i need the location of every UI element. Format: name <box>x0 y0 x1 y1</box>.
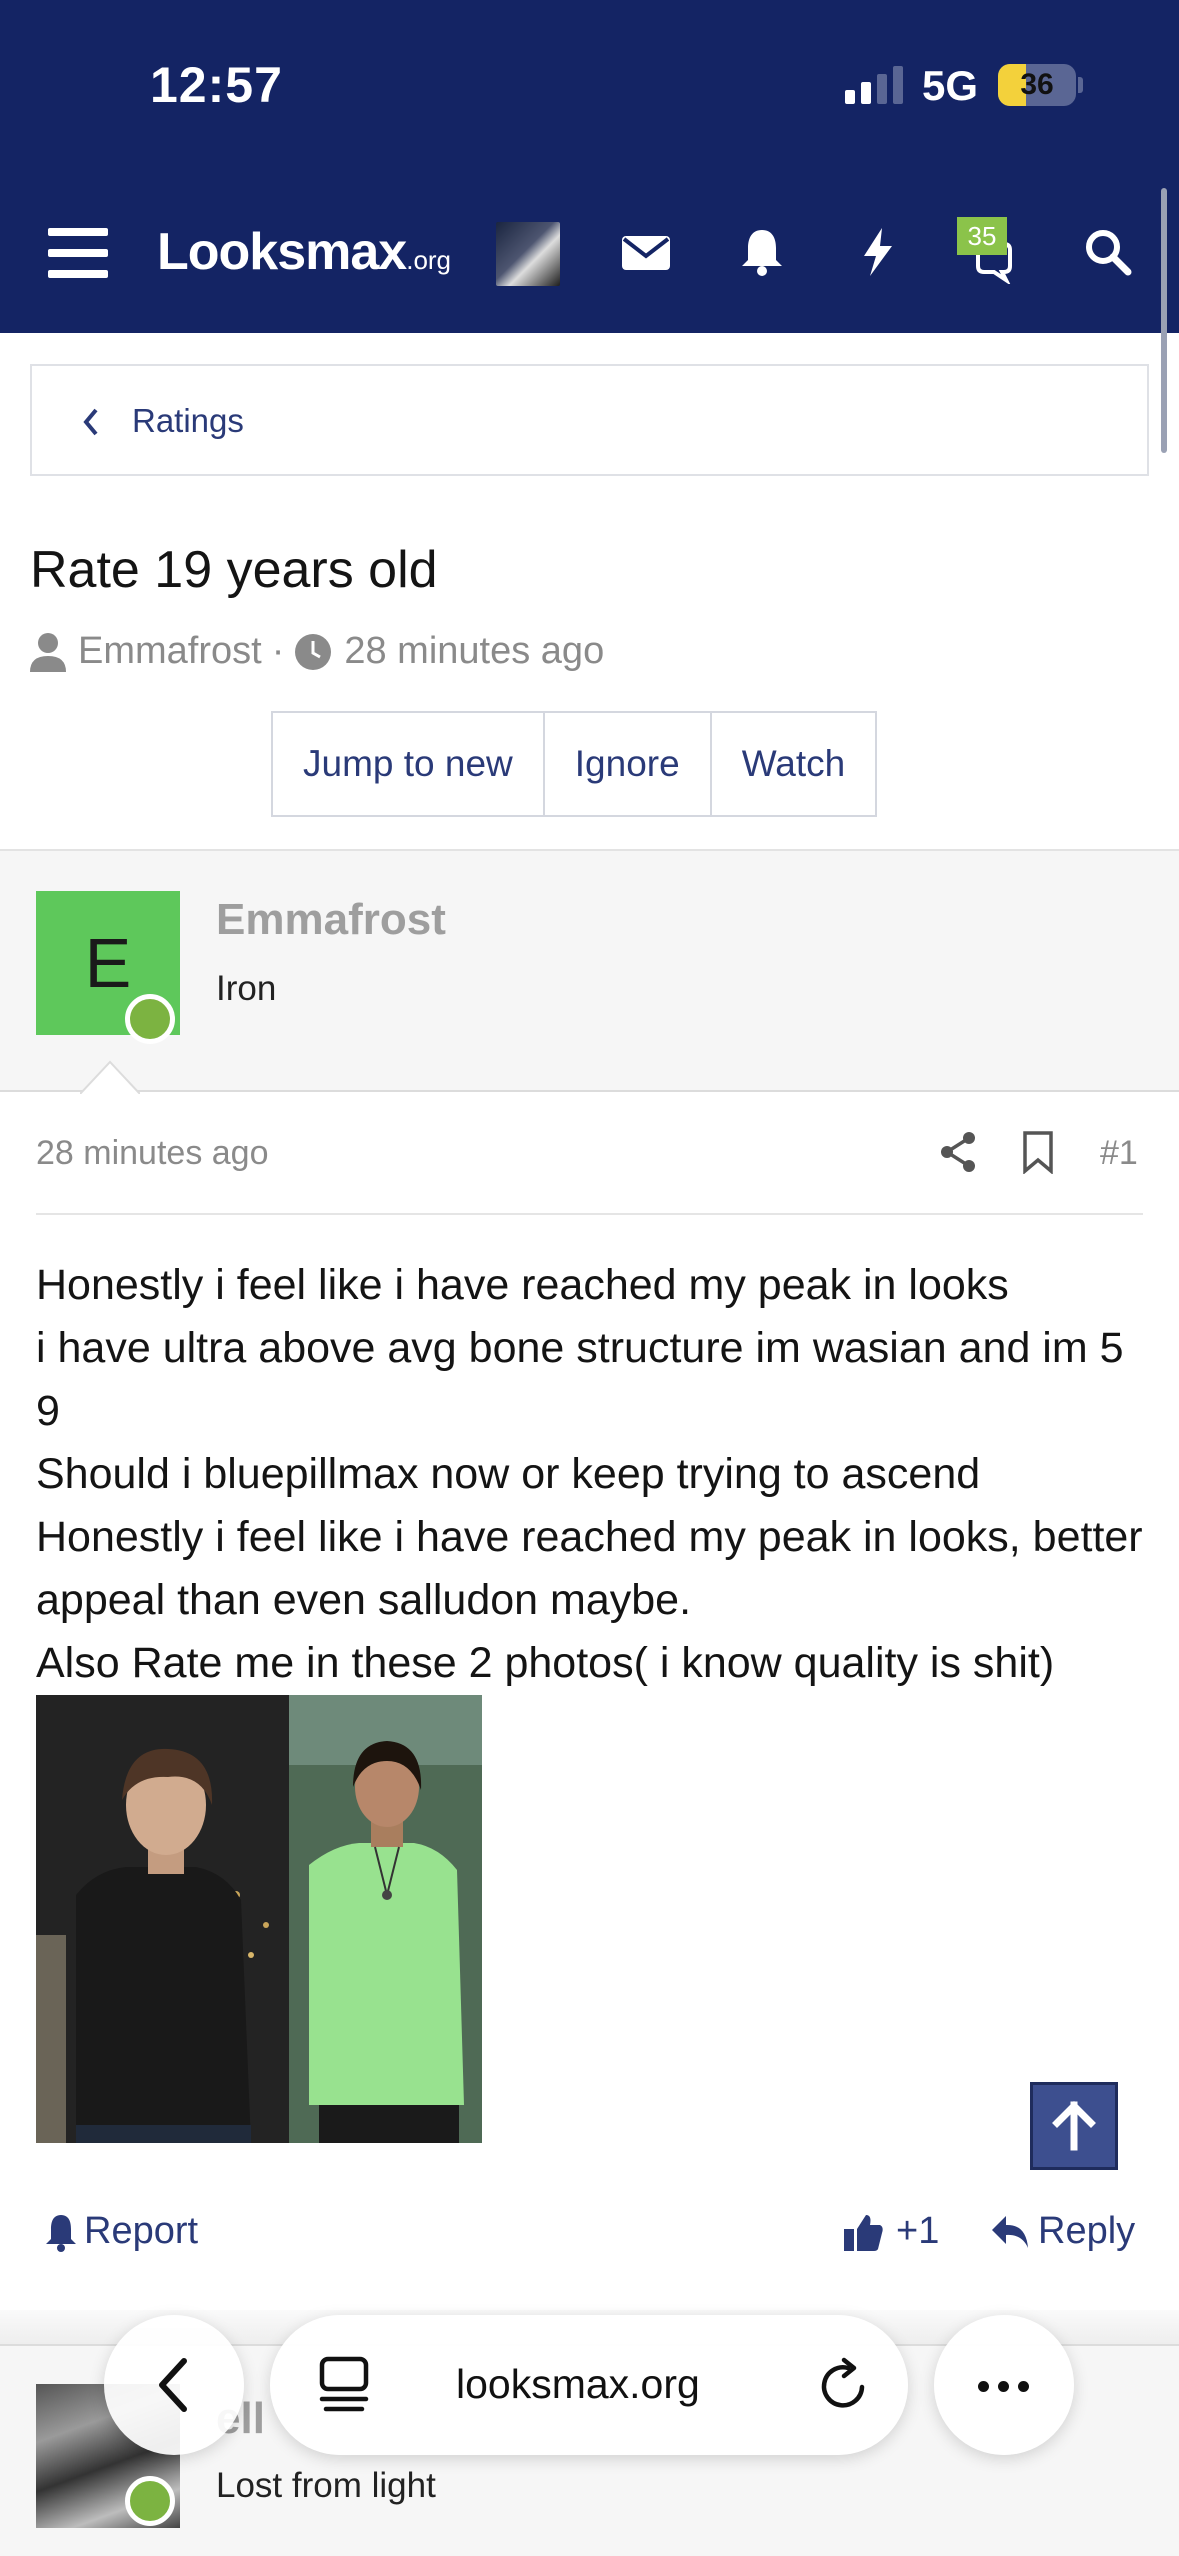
post-line: Honestly i feel like i have reached my p… <box>36 1513 1143 1624</box>
meta-separator: · <box>271 630 285 672</box>
post-user-block: E Emmafrost Iron <box>0 849 1179 1092</box>
report-link[interactable]: Report <box>44 2210 198 2253</box>
post-line: Also Rate me in these 2 photos( i know q… <box>36 1639 1055 1687</box>
like-count: +1 <box>896 2210 940 2252</box>
tabs-icon[interactable] <box>316 2355 372 2415</box>
arrow-up-icon <box>1052 2101 1096 2151</box>
user-icon <box>30 632 66 672</box>
post-divider <box>36 1213 1143 1215</box>
photo-left <box>36 1695 289 2143</box>
account-avatar[interactable] <box>496 222 560 286</box>
thread-button-group: Jump to new Ignore Watch <box>271 711 878 817</box>
search-icon[interactable] <box>1082 226 1134 278</box>
ignore-button[interactable]: Ignore <box>545 713 712 815</box>
post-image[interactable] <box>36 1695 482 2143</box>
scroll-to-top-button[interactable] <box>1030 2082 1118 2170</box>
thumbs-up-icon <box>844 2214 883 2251</box>
jump-to-new-button[interactable]: Jump to new <box>273 713 545 815</box>
online-indicator <box>125 994 175 1044</box>
next-post-user-rank: Lost from light <box>216 2466 436 2505</box>
post-line: Honestly i feel like i have reached my p… <box>36 1261 1009 1309</box>
breadcrumb-label[interactable]: Ratings <box>132 402 244 440</box>
online-indicator <box>125 2476 175 2526</box>
battery-tip <box>1078 77 1083 93</box>
post-username[interactable]: Emmafrost <box>216 895 446 945</box>
chevron-left-icon <box>83 408 98 436</box>
chevron-left-icon <box>159 2358 187 2412</box>
like-button[interactable]: +1 <box>842 2210 939 2253</box>
reply-icon <box>992 2215 1028 2248</box>
bell-icon <box>46 2214 76 2252</box>
post-arrow <box>80 1060 140 1094</box>
post-user-rank: Iron <box>216 969 277 1008</box>
signal-icon <box>845 66 903 104</box>
share-icon[interactable] <box>938 1130 978 1174</box>
browser-address-bar[interactable]: looksmax.org <box>270 2315 908 2455</box>
menu-icon[interactable] <box>48 228 108 278</box>
battery-icon: 36 <box>998 64 1076 106</box>
mail-icon[interactable] <box>620 226 672 278</box>
thread-meta: Emmafrost · 28 minutes ago <box>30 630 604 673</box>
more-options-icon[interactable] <box>934 2315 1074 2455</box>
watch-button[interactable]: Watch <box>712 713 875 815</box>
clock-icon <box>295 633 332 670</box>
browser-url[interactable]: looksmax.org <box>456 2361 700 2408</box>
breadcrumb[interactable]: Ratings <box>30 364 1149 476</box>
reply-button[interactable]: Reply <box>990 2210 1135 2253</box>
reload-icon[interactable] <box>818 2357 872 2413</box>
site-logo[interactable]: Looksmax.org <box>157 222 451 282</box>
post-body: Honestly i feel like i have reached my p… <box>36 1254 1146 1695</box>
photo-right <box>289 1695 482 2143</box>
conversations-badge: 35 <box>957 217 1007 255</box>
scrollbar[interactable] <box>1161 188 1167 453</box>
post-time[interactable]: 28 minutes ago <box>36 1134 269 1173</box>
logo-org: .org <box>406 245 452 275</box>
lightning-icon[interactable] <box>852 226 904 278</box>
post-number[interactable]: #1 <box>1100 1134 1138 1173</box>
bookmark-icon[interactable] <box>1020 1130 1056 1174</box>
battery-level: 36 <box>1020 68 1054 101</box>
reply-label: Reply <box>1038 2210 1136 2252</box>
logo-text: Looksmax <box>157 223 407 281</box>
report-label: Report <box>84 2210 199 2252</box>
browser-back-button[interactable] <box>104 2315 244 2455</box>
network-label: 5G <box>922 62 979 109</box>
thread-title: Rate 19 years old <box>30 541 438 599</box>
bell-icon[interactable] <box>736 226 788 278</box>
status-time: 12:57 <box>150 57 283 113</box>
post-line: i have ultra above avg bone structure im… <box>36 1324 1124 1435</box>
post-line: Should i bluepillmax now or keep trying … <box>36 1450 981 1498</box>
thread-author[interactable]: Emmafrost <box>78 630 262 673</box>
thread-time: 28 minutes ago <box>344 630 605 672</box>
